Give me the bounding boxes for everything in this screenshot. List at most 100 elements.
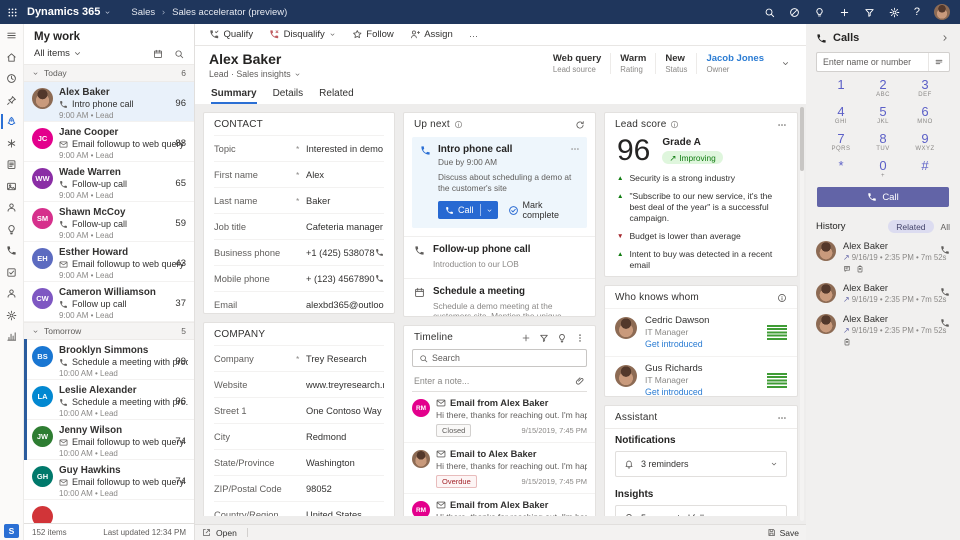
dialpad-key-2[interactable]: 2 ABC — [862, 75, 904, 102]
dialpad-key-1[interactable]: 1 — [820, 75, 862, 102]
calendar-icon[interactable] — [153, 49, 163, 59]
field-row[interactable]: Company * Trey Research — [214, 345, 384, 371]
timeline-entry[interactable]: Email to Alex Baker Hi there, thanks for … — [404, 443, 595, 494]
dial-number-input[interactable] — [817, 57, 928, 67]
follow-button[interactable]: Follow — [344, 24, 402, 45]
dialpad-icon[interactable] — [934, 57, 944, 67]
worklist-filter[interactable]: All items — [34, 48, 70, 59]
field-row[interactable]: Website www.treyresearch.net — [214, 371, 384, 397]
scrollbar[interactable] — [800, 107, 804, 521]
sidebar-item-sales-accelerator[interactable] — [0, 114, 24, 129]
user-avatar[interactable] — [934, 4, 950, 20]
dialpad-key-5[interactable]: 5 JKL — [862, 102, 904, 129]
filter-icon[interactable] — [864, 7, 875, 18]
plus-icon[interactable] — [521, 333, 531, 343]
up-next-item[interactable]: Schedule a meeting Schedule a demo meetin… — [404, 277, 595, 316]
assign-button[interactable]: Assign — [402, 24, 461, 45]
list-item[interactable]: JW Jenny Wilson Email followup to web quer… — [24, 419, 194, 460]
dialpad-key-9[interactable]: 9 WXYZ — [904, 129, 946, 156]
chevron-down-icon[interactable] — [770, 460, 778, 468]
get-introduced-link[interactable]: Get introduced — [645, 339, 759, 349]
worklist-group-header[interactable]: Today 6 — [24, 64, 194, 82]
feedback-icon[interactable] — [789, 7, 800, 18]
open-label[interactable]: Open — [216, 528, 237, 538]
reminders-row[interactable]: 3 reminders — [615, 451, 787, 477]
paperclip-icon[interactable] — [575, 376, 585, 386]
more-icon[interactable] — [570, 144, 580, 154]
open-icon[interactable] — [202, 528, 211, 537]
more-icon[interactable] — [777, 120, 787, 130]
lightbulb-icon[interactable] — [557, 333, 567, 343]
sidebar-item-calls[interactable] — [0, 244, 24, 257]
waffle-icon[interactable] — [7, 7, 18, 18]
header-field-value[interactable]: Jacob Jones — [706, 53, 764, 64]
sidebar-item-home[interactable] — [0, 51, 24, 64]
lightbulb-icon[interactable] — [814, 7, 825, 18]
dial-input[interactable] — [816, 52, 950, 72]
gear-icon[interactable] — [889, 7, 900, 18]
disqualify-button[interactable]: Disqualify — [261, 24, 344, 45]
list-item[interactable]: JC Jane Cooper Email followup to web query… — [24, 122, 194, 162]
breadcrumb-sales[interactable]: Sales — [131, 7, 155, 18]
field-row[interactable]: State/Province Washington — [214, 449, 384, 475]
breadcrumb-sales-accelerator[interactable]: Sales accelerator (preview) — [172, 7, 287, 18]
sidebar-item-tasks[interactable] — [0, 266, 24, 279]
chevron-down-icon[interactable] — [294, 71, 301, 78]
chevron-down-icon[interactable] — [73, 49, 82, 58]
tab-related[interactable]: Related — [319, 88, 353, 104]
field-row[interactable]: ZIP/Postal Code 98052 — [214, 475, 384, 501]
field-row[interactable]: Topic * Interested in demo — [214, 135, 384, 161]
s-badge[interactable]: S — [4, 524, 19, 538]
chevron-down-icon[interactable] — [770, 514, 778, 516]
chevron-right-icon[interactable] — [940, 33, 950, 43]
field-row[interactable]: Country/Region United States — [214, 501, 384, 516]
plus-icon[interactable] — [839, 7, 850, 18]
sidebar-item-lightbulb[interactable] — [0, 223, 24, 236]
worklist-group-header[interactable]: Tomorrow 5 — [24, 322, 194, 340]
timeline-entry[interactable]: RM Email from Alex Baker Hi there, thanks … — [404, 494, 595, 516]
up-next-item[interactable]: Follow-up phone call Introduction to our … — [404, 236, 595, 278]
note-input[interactable] — [414, 376, 575, 386]
list-item[interactable]: CW Cameron Williamson Follow up call 9:00 A… — [24, 282, 194, 322]
sidebar-item-pinned[interactable] — [0, 94, 24, 107]
field-row[interactable]: City Redmond — [214, 423, 384, 449]
field-row[interactable]: Street 1 One Contoso Way — [214, 397, 384, 423]
dialpad-key-4[interactable]: 4 GHI — [820, 102, 862, 129]
search-icon[interactable] — [174, 49, 184, 59]
qualify-button[interactable]: Qualify — [201, 24, 261, 45]
sidebar-item-people[interactable] — [0, 287, 24, 300]
dialpad-key-6[interactable]: 6 MNO — [904, 102, 946, 129]
up-next-current-task[interactable]: Intro phone call Due by 9:00 AM Discuss … — [412, 137, 587, 228]
dialpad-key-*[interactable]: * — [820, 156, 862, 183]
list-item[interactable]: EH Esther Howard Email followup to web que… — [24, 242, 194, 282]
sidebar-item-menu[interactable] — [0, 29, 24, 42]
refresh-icon[interactable] — [575, 120, 585, 130]
sidebar-item-recent[interactable] — [0, 72, 24, 85]
timeline-search[interactable] — [412, 349, 587, 367]
sidebar-item-reports[interactable] — [0, 330, 24, 343]
list-item[interactable]: BS Brooklyn Simmons Schedule a meeting wit… — [24, 339, 194, 380]
save-button[interactable]: Save — [767, 528, 799, 538]
field-row[interactable]: Email alexbd365@outlook.com — [214, 291, 384, 313]
timeline-search-input[interactable] — [432, 353, 580, 363]
list-item[interactable] — [24, 500, 194, 523]
list-item[interactable]: LA Leslie Alexander Schedule a meeting wit… — [24, 379, 194, 420]
call-history-item[interactable]: Alex Baker ↗ 9/16/19 • 2:35 PM • 7m 52s — [816, 233, 950, 275]
get-introduced-link[interactable]: Get introduced — [645, 387, 759, 396]
field-row[interactable]: Job title Cafeteria manager — [214, 213, 384, 239]
filter-all[interactable]: All — [941, 222, 950, 232]
search-icon[interactable] — [764, 7, 775, 18]
dialpad-key-#[interactable]: # — [904, 156, 946, 183]
sidebar-item-contacts[interactable] — [0, 201, 24, 214]
phone-icon[interactable] — [940, 318, 950, 328]
sidebar-item-snowflake[interactable] — [0, 137, 24, 150]
field-row[interactable]: Mobile phone + (123) 4567890 — [214, 265, 384, 291]
call-button[interactable]: Call — [438, 201, 498, 219]
field-row[interactable]: Last name * Baker — [214, 187, 384, 213]
sidebar-item-settings[interactable] — [0, 309, 24, 322]
dialpad-key-0[interactable]: 0 + — [862, 156, 904, 183]
chevron-down-icon[interactable] — [486, 207, 493, 214]
more-icon[interactable] — [777, 413, 787, 423]
list-item[interactable]: SM Shawn McCoy Follow-up call 9:00 AM • Lea… — [24, 202, 194, 242]
tab-summary[interactable]: Summary — [211, 88, 257, 104]
